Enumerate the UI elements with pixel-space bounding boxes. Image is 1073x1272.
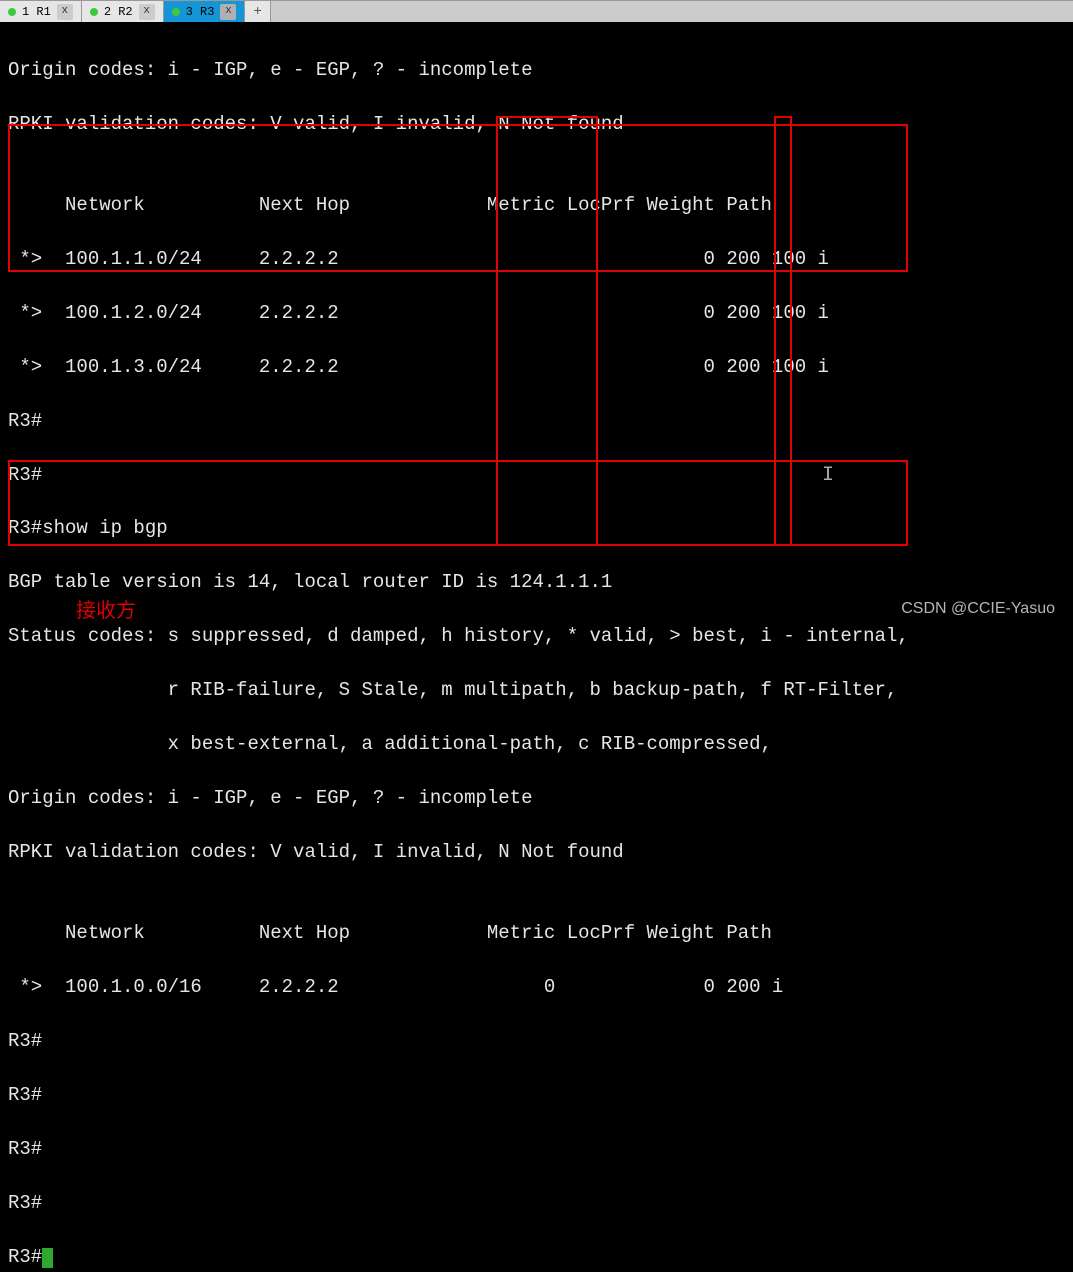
close-icon[interactable]: x — [220, 4, 236, 20]
command-line: R3#show ip bgp — [8, 515, 1065, 542]
prompt-line: R3# — [8, 1136, 1065, 1163]
watermark-text: CSDN @CCIE-Yasuo — [901, 600, 1055, 618]
prompt-text: R3# — [8, 1246, 42, 1268]
terminal-line: Status codes: s suppressed, d damped, h … — [8, 623, 1065, 650]
terminal-line: BGP table version is 14, local router ID… — [8, 569, 1065, 596]
tab-r3[interactable]: 3 R3 x — [164, 1, 246, 22]
tab-r2[interactable]: 2 R2 x — [82, 1, 164, 22]
tab-label: 1 R1 — [22, 5, 51, 19]
connected-dot-icon — [8, 8, 16, 16]
bgp-route-row: *> 100.1.1.0/24 2.2.2.2 0 200 100 i — [8, 246, 1065, 273]
prompt-line: R3# — [8, 1028, 1065, 1055]
tab-label: 3 R3 — [186, 5, 215, 19]
prompt-line: R3# — [8, 1082, 1065, 1109]
cursor-icon — [42, 1248, 53, 1268]
bgp-table-header: Network Next Hop Metric LocPrf Weight Pa… — [8, 192, 1065, 219]
terminal-line: RPKI validation codes: V valid, I invali… — [8, 111, 1065, 138]
tab-label: 2 R2 — [104, 5, 133, 19]
terminal-line: Origin codes: i - IGP, e - EGP, ? - inco… — [8, 785, 1065, 812]
tab-bar: 1 R1 x 2 R2 x 3 R3 x + — [0, 0, 1073, 22]
close-icon[interactable]: x — [139, 4, 155, 20]
prompt-line: R3# — [8, 462, 1065, 489]
plus-icon: + — [253, 4, 261, 20]
tab-r1[interactable]: 1 R1 x — [0, 1, 82, 22]
bgp-table-header: Network Next Hop Metric LocPrf Weight Pa… — [8, 920, 1065, 947]
text-cursor-icon: I — [822, 462, 834, 490]
close-icon[interactable]: x — [57, 4, 73, 20]
terminal-line: x best-external, a additional-path, c RI… — [8, 731, 1065, 758]
connected-dot-icon — [172, 8, 180, 16]
bgp-route-row: *> 100.1.3.0/24 2.2.2.2 0 200 100 i — [8, 354, 1065, 381]
add-tab-button[interactable]: + — [245, 1, 270, 22]
prompt-line: R3# — [8, 1190, 1065, 1217]
bgp-route-row: *> 100.1.2.0/24 2.2.2.2 0 200 100 i — [8, 300, 1065, 327]
connected-dot-icon — [90, 8, 98, 16]
terminal-line: RPKI validation codes: V valid, I invali… — [8, 839, 1065, 866]
terminal-line: r RIB-failure, S Stale, m multipath, b b… — [8, 677, 1065, 704]
annotation-label: 接收方 — [76, 594, 136, 624]
terminal-output[interactable]: Origin codes: i - IGP, e - EGP, ? - inco… — [0, 22, 1073, 1272]
prompt-line: R3# — [8, 408, 1065, 435]
bgp-route-row: *> 100.1.0.0/16 2.2.2.2 0 0 200 i — [8, 974, 1065, 1001]
terminal-line: Origin codes: i - IGP, e - EGP, ? - inco… — [8, 57, 1065, 84]
prompt-current[interactable]: R3# — [8, 1244, 1065, 1271]
